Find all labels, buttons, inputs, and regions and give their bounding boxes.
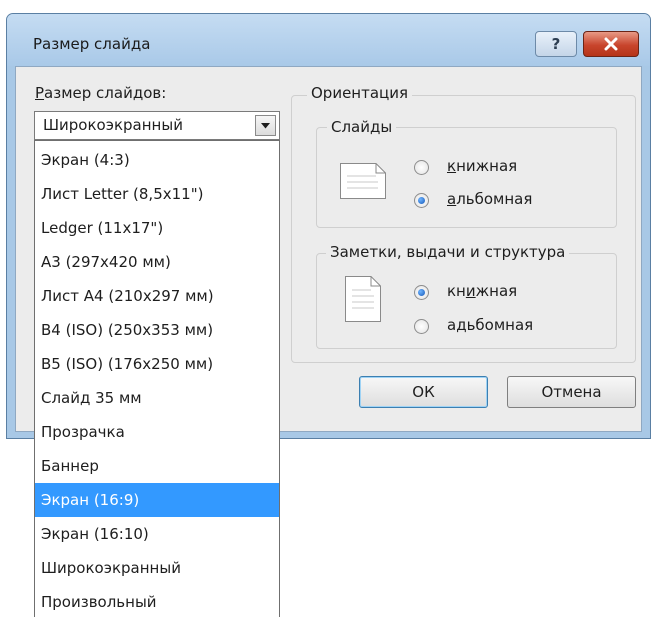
close-button[interactable] [583, 31, 639, 57]
slide-size-value: Широкоэкранный [43, 116, 183, 134]
dropdown-option[interactable]: Баннер [35, 449, 279, 483]
dropdown-option[interactable]: Произвольный [35, 585, 279, 617]
dropdown-option[interactable]: B4 (ISO) (250x353 мм) [35, 313, 279, 347]
slide-size-label: Размер слайдов: [35, 84, 167, 102]
notes-title: Заметки, выдачи и структура [326, 243, 570, 261]
dropdown-option[interactable]: Лист Letter (8,5x11") [35, 177, 279, 211]
dropdown-option[interactable]: Экран (16:10) [35, 517, 279, 551]
notes-landscape-radio[interactable] [414, 319, 429, 334]
dropdown-option[interactable]: Лист A4 (210x297 мм) [35, 279, 279, 313]
slides-portrait-radio[interactable] [414, 160, 429, 175]
notes-portrait-radio[interactable] [414, 285, 429, 300]
slides-title: Слайды [327, 118, 397, 136]
portrait-page-icon [345, 276, 381, 322]
slides-landscape-radio[interactable] [414, 193, 429, 208]
ok-button[interactable]: ОК [359, 376, 488, 408]
chevron-down-icon [261, 122, 270, 128]
slides-landscape-label[interactable]: альбомная [447, 190, 532, 208]
dropdown-option[interactable]: Прозрачка [35, 415, 279, 449]
dropdown-option[interactable]: A3 (297x420 мм) [35, 245, 279, 279]
help-button[interactable]: ? [535, 31, 577, 57]
dropdown-option[interactable]: Слайд 35 мм [35, 381, 279, 415]
landscape-page-icon [340, 163, 386, 199]
slides-portrait-label[interactable]: книжная [447, 157, 517, 175]
slide-size-combo[interactable]: Широкоэкранный [34, 111, 280, 140]
title-bar[interactable]: Размер слайда ? [7, 14, 650, 66]
slide-size-dropdown-list[interactable]: Экран (4:3) Лист Letter (8,5x11") Ledger (… [34, 140, 280, 617]
dropdown-option[interactable]: Широкоэкранный [35, 551, 279, 585]
dropdown-option[interactable]: Ledger (11x17") [35, 211, 279, 245]
close-icon [604, 37, 618, 51]
notes-landscape-label[interactable]: адьбомная [447, 316, 533, 334]
notes-portrait-label[interactable]: книжная [447, 282, 517, 300]
dropdown-option[interactable]: Экран (4:3) [35, 143, 279, 177]
orientation-title: Ориентация [307, 84, 413, 102]
dialog-title: Размер слайда [33, 35, 151, 53]
dropdown-option[interactable]: B5 (ISO) (176x250 мм) [35, 347, 279, 381]
dropdown-arrow-button[interactable] [255, 115, 276, 136]
cancel-button[interactable]: Отмена [507, 376, 636, 408]
dropdown-option[interactable]: Экран (16:9) [35, 483, 279, 517]
